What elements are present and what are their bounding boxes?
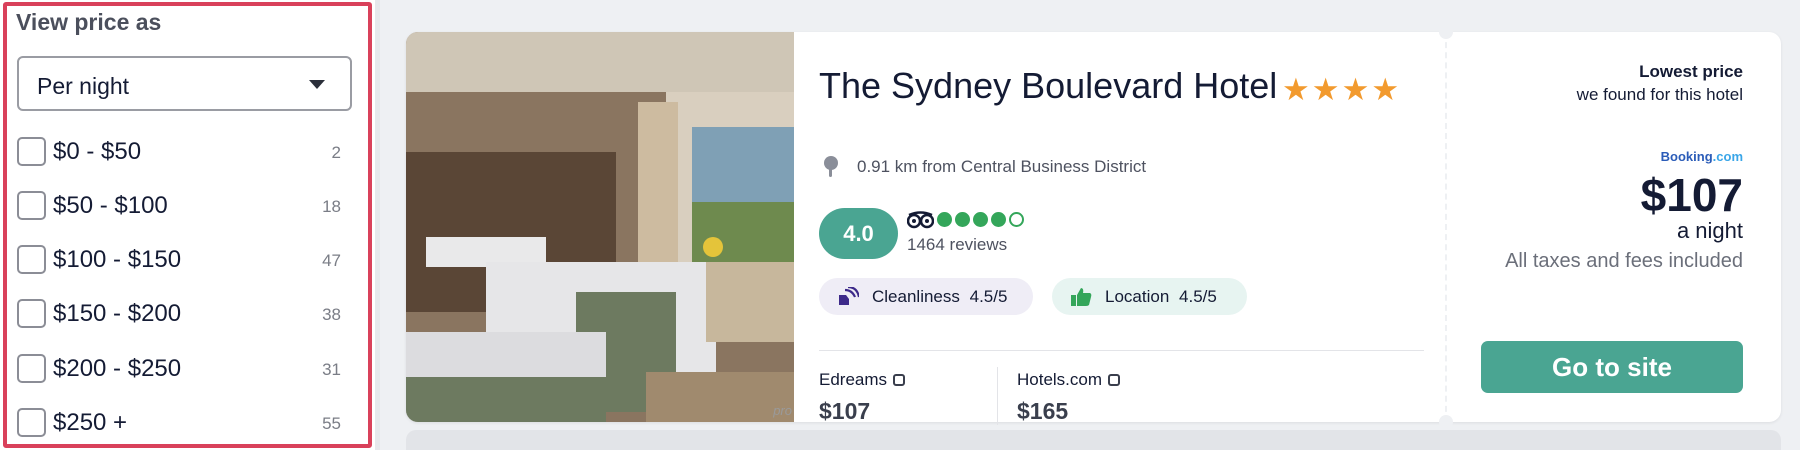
provider-name: Edreams bbox=[819, 370, 906, 390]
sidebar-divider bbox=[375, 0, 380, 450]
bubble-filled bbox=[937, 212, 952, 227]
go-to-site-button[interactable]: Go to site bbox=[1481, 341, 1743, 393]
location-text: 0.91 km from Central Business District bbox=[857, 157, 1147, 176]
range-count: 31 bbox=[322, 360, 341, 379]
thumbs-up-icon bbox=[1071, 288, 1092, 306]
cleaning-icon bbox=[839, 287, 859, 305]
star-icon: ★ bbox=[1371, 72, 1400, 107]
rating-badge: 4.0 bbox=[819, 208, 898, 259]
price-range-option[interactable]: $150 - $200 38 bbox=[17, 295, 347, 331]
filter-title: View price as bbox=[16, 9, 162, 35]
tripadvisor-bubbles bbox=[937, 212, 1024, 227]
price-range-option[interactable]: $250 + 55 bbox=[17, 404, 347, 440]
range-checkbox[interactable] bbox=[17, 137, 46, 166]
range-checkbox[interactable] bbox=[17, 408, 46, 437]
price-range-option[interactable]: $50 - $100 18 bbox=[17, 187, 347, 223]
star-icon: ★ bbox=[1282, 72, 1310, 107]
lowest-price-title: Lowest price bbox=[1639, 62, 1743, 81]
next-card-preview bbox=[406, 430, 1781, 450]
range-count: 2 bbox=[331, 143, 341, 162]
logo-suffix: .com bbox=[1712, 149, 1743, 164]
hotel-result-card[interactable]: pro The Sydney Boulevard Hotel ★ ★ ★ ★ 0… bbox=[406, 25, 1781, 429]
external-link-icon bbox=[893, 374, 906, 386]
price-filter-panel: View price as Per night $0 - $50 2 $50 -… bbox=[0, 0, 375, 450]
notch-bottom bbox=[1439, 415, 1453, 429]
external-link-icon bbox=[1108, 374, 1121, 386]
range-label: $0 - $50 bbox=[53, 138, 142, 165]
review-count[interactable]: 1464 reviews bbox=[907, 235, 1007, 255]
lowest-price-subtitle: we found for this hotel bbox=[1576, 85, 1743, 104]
provider-offer[interactable]: Edreams $107 bbox=[819, 370, 906, 425]
hotel-photo[interactable]: pro bbox=[406, 32, 794, 422]
location-score: 4.5/5 bbox=[1179, 287, 1217, 306]
star-icon: ★ bbox=[1311, 72, 1340, 107]
price-mode-value: Per night bbox=[37, 73, 130, 99]
range-count: 47 bbox=[322, 251, 341, 270]
range-label: $150 - $200 bbox=[53, 300, 182, 327]
logo-main: Booking bbox=[1660, 149, 1713, 164]
provider-offer[interactable]: Hotels.com $165 bbox=[1017, 370, 1121, 425]
range-count: 55 bbox=[322, 414, 341, 433]
caret-down-icon bbox=[309, 80, 325, 89]
cleanliness-score-chip: Cleanliness 4.5/5 bbox=[819, 278, 1033, 315]
tripadvisor-owl-icon bbox=[907, 211, 934, 229]
divider bbox=[819, 350, 1424, 351]
location-score-chip: Location 4.5/5 bbox=[1052, 278, 1247, 315]
photo-credit: pro bbox=[773, 403, 792, 418]
cleanliness-label: Cleanliness bbox=[872, 287, 960, 306]
provider-divider bbox=[997, 367, 998, 425]
booking-logo: Booking.com bbox=[1661, 149, 1743, 164]
price-range-option[interactable]: $100 - $150 47 bbox=[17, 241, 347, 277]
price-range-option[interactable]: $200 - $250 31 bbox=[17, 350, 347, 386]
range-label: $250 + bbox=[53, 409, 128, 436]
range-count: 38 bbox=[322, 305, 341, 324]
bubble-filled bbox=[955, 212, 970, 227]
star-icon: ★ bbox=[1341, 72, 1370, 107]
best-price: $107 bbox=[1640, 169, 1743, 221]
price-mode-select[interactable]: Per night bbox=[17, 56, 352, 111]
provider-name-text: Edreams bbox=[819, 370, 888, 389]
range-label: $100 - $150 bbox=[53, 246, 182, 273]
range-checkbox[interactable] bbox=[17, 299, 46, 328]
provider-name-text: Hotels.com bbox=[1017, 370, 1103, 389]
cleanliness-score: 4.5/5 bbox=[969, 287, 1008, 306]
hotel-name[interactable]: The Sydney Boulevard Hotel bbox=[819, 65, 1277, 107]
range-label: $50 - $100 bbox=[53, 192, 168, 219]
ticket-divider bbox=[1445, 32, 1447, 422]
price-unit: a night bbox=[1676, 218, 1743, 243]
provider-name: Hotels.com bbox=[1017, 370, 1121, 390]
notch-top bbox=[1439, 25, 1453, 39]
range-label: $200 - $250 bbox=[53, 355, 182, 382]
range-count: 18 bbox=[322, 197, 341, 216]
provider-price: $165 bbox=[1017, 398, 1069, 424]
provider-price: $107 bbox=[819, 398, 871, 424]
map-pin-icon bbox=[824, 156, 838, 177]
range-checkbox[interactable] bbox=[17, 191, 46, 220]
taxes-note: All taxes and fees included bbox=[1505, 250, 1743, 272]
bubble-empty bbox=[1009, 212, 1024, 227]
range-checkbox[interactable] bbox=[17, 245, 46, 274]
price-range-option[interactable]: $0 - $50 2 bbox=[17, 133, 347, 169]
star-rating: ★ ★ ★ ★ bbox=[1282, 74, 1399, 105]
bubble-filled bbox=[973, 212, 988, 227]
range-checkbox[interactable] bbox=[17, 354, 46, 383]
bubble-filled bbox=[991, 212, 1006, 227]
location-label: Location bbox=[1105, 287, 1170, 306]
